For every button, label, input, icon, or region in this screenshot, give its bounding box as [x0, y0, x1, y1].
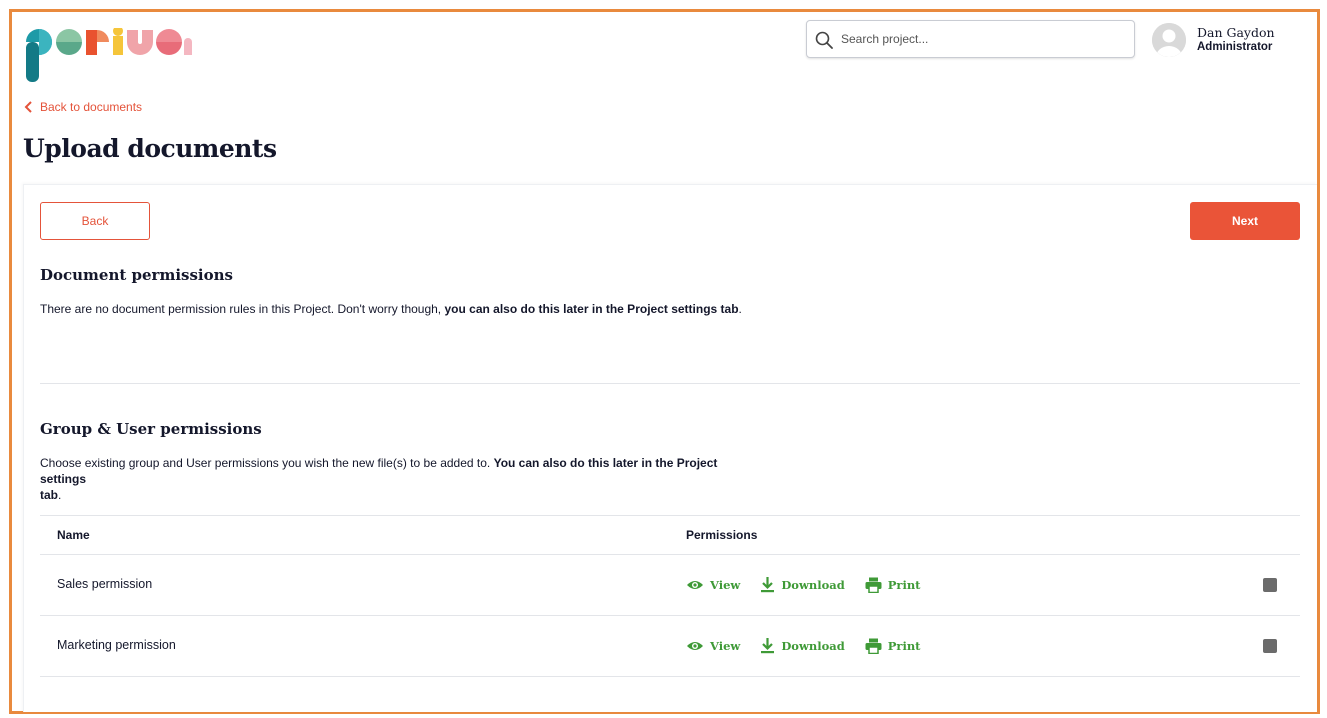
group-permissions-title: Group & User permissions [40, 420, 262, 438]
group-permissions-text: Choose existing group and User permissio… [40, 455, 730, 503]
group-perm-text: Choose existing group and User permissio… [40, 456, 494, 470]
download-icon [761, 638, 775, 654]
back-link-label: Back to documents [40, 100, 143, 114]
perm-view-label: View [710, 638, 741, 653]
perm-view-label: View [710, 577, 741, 592]
table-header-border [40, 554, 1300, 555]
row-divider [40, 615, 1300, 616]
printer-icon [865, 577, 882, 593]
document-permissions-title: Document permissions [40, 266, 233, 284]
periuen-logo [26, 28, 192, 82]
table-row-permissions: View Download Print [686, 637, 941, 654]
upload-card [23, 184, 1317, 712]
section-divider [40, 383, 1300, 384]
printer-icon [865, 638, 882, 654]
perm-print[interactable]: Print [865, 577, 921, 593]
doc-perm-text-end: . [738, 302, 742, 316]
user-name: Dan Gaydon [1197, 25, 1275, 40]
column-header-name: Name [57, 528, 90, 542]
perm-download-label: Download [781, 577, 845, 592]
perm-view[interactable]: View [686, 639, 740, 653]
page-title: Upload documents [23, 134, 277, 163]
eye-icon [687, 641, 703, 650]
group-perm-text-end: . [58, 488, 62, 502]
perm-print-label: Print [887, 638, 921, 653]
perm-download-label: Download [781, 638, 845, 653]
search-box[interactable] [806, 20, 1135, 58]
doc-perm-text: There are no document permission rules i… [40, 302, 445, 316]
search-icon [815, 31, 833, 49]
table-top-border [40, 515, 1300, 516]
row-checkbox[interactable] [1263, 639, 1277, 653]
perm-print[interactable]: Print [865, 638, 921, 654]
table-row-name: Sales permission [57, 577, 153, 591]
perm-print-label: Print [887, 577, 921, 592]
chevron-left-icon [24, 101, 32, 113]
row-checkbox[interactable] [1263, 578, 1277, 592]
user-role: Administrator [1197, 41, 1273, 53]
back-button[interactable]: Back [40, 202, 150, 240]
group-perm-text-bold-2: tab [40, 488, 58, 502]
perm-download[interactable]: Download [760, 637, 845, 654]
perm-download[interactable]: Download [760, 576, 845, 593]
document-permissions-text: There are no document permission rules i… [40, 301, 742, 317]
table-row-name: Marketing permission [57, 638, 176, 652]
doc-perm-text-bold: you can also do this later in the Projec… [444, 302, 739, 316]
column-header-permissions: Permissions [686, 528, 758, 542]
search-input[interactable] [841, 21, 1126, 57]
user-avatar-icon[interactable] [1152, 23, 1186, 57]
row-divider [40, 676, 1300, 677]
next-button[interactable]: Next [1190, 202, 1300, 240]
perm-view[interactable]: View [686, 578, 740, 592]
back-to-documents-link[interactable]: Back to documents [24, 100, 142, 114]
download-icon [761, 577, 775, 593]
eye-icon [687, 580, 703, 589]
table-row-permissions: View Download Print [686, 576, 941, 593]
